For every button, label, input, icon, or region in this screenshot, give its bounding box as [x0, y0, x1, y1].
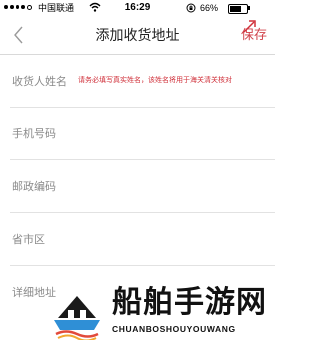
watermark: 船舶手游网 CHUANBOSHOUYOUWANG	[50, 284, 275, 342]
recipient-name-row: 收货人姓名 请务必填写真实姓名，该姓名将用于海关清关核对	[10, 55, 275, 108]
watermark-subtitle: CHUANBOSHOUYOUWANG	[112, 324, 236, 334]
battery-percent: 66%	[200, 3, 219, 13]
boat-logo-icon	[54, 296, 100, 340]
page-title: 添加收货地址	[95, 27, 180, 43]
navigation-bar: 添加收货地址 保存	[0, 16, 275, 55]
rotation-lock-icon	[186, 3, 196, 13]
watermark-title: 船舶手游网	[112, 286, 267, 319]
save-button[interactable]: 保存	[241, 16, 267, 54]
phone-number-input[interactable]	[78, 119, 269, 145]
status-bar: 中国联通 16:29 66%	[0, 0, 275, 16]
field-label: 收货人姓名	[12, 76, 67, 88]
battery-icon	[228, 4, 248, 14]
postal-code-input[interactable]	[78, 172, 269, 198]
field-label: 手机号码	[12, 128, 56, 140]
province-city-district-row: 省市区	[10, 213, 275, 266]
battery-tip	[248, 6, 250, 10]
field-label: 省市区	[12, 234, 45, 246]
field-label: 邮政编码	[12, 181, 56, 193]
postal-code-row: 邮政编码	[10, 160, 275, 213]
province-city-district-selector[interactable]	[78, 225, 269, 251]
recipient-name-input[interactable]	[78, 67, 269, 93]
phone-number-row: 手机号码	[10, 107, 275, 160]
